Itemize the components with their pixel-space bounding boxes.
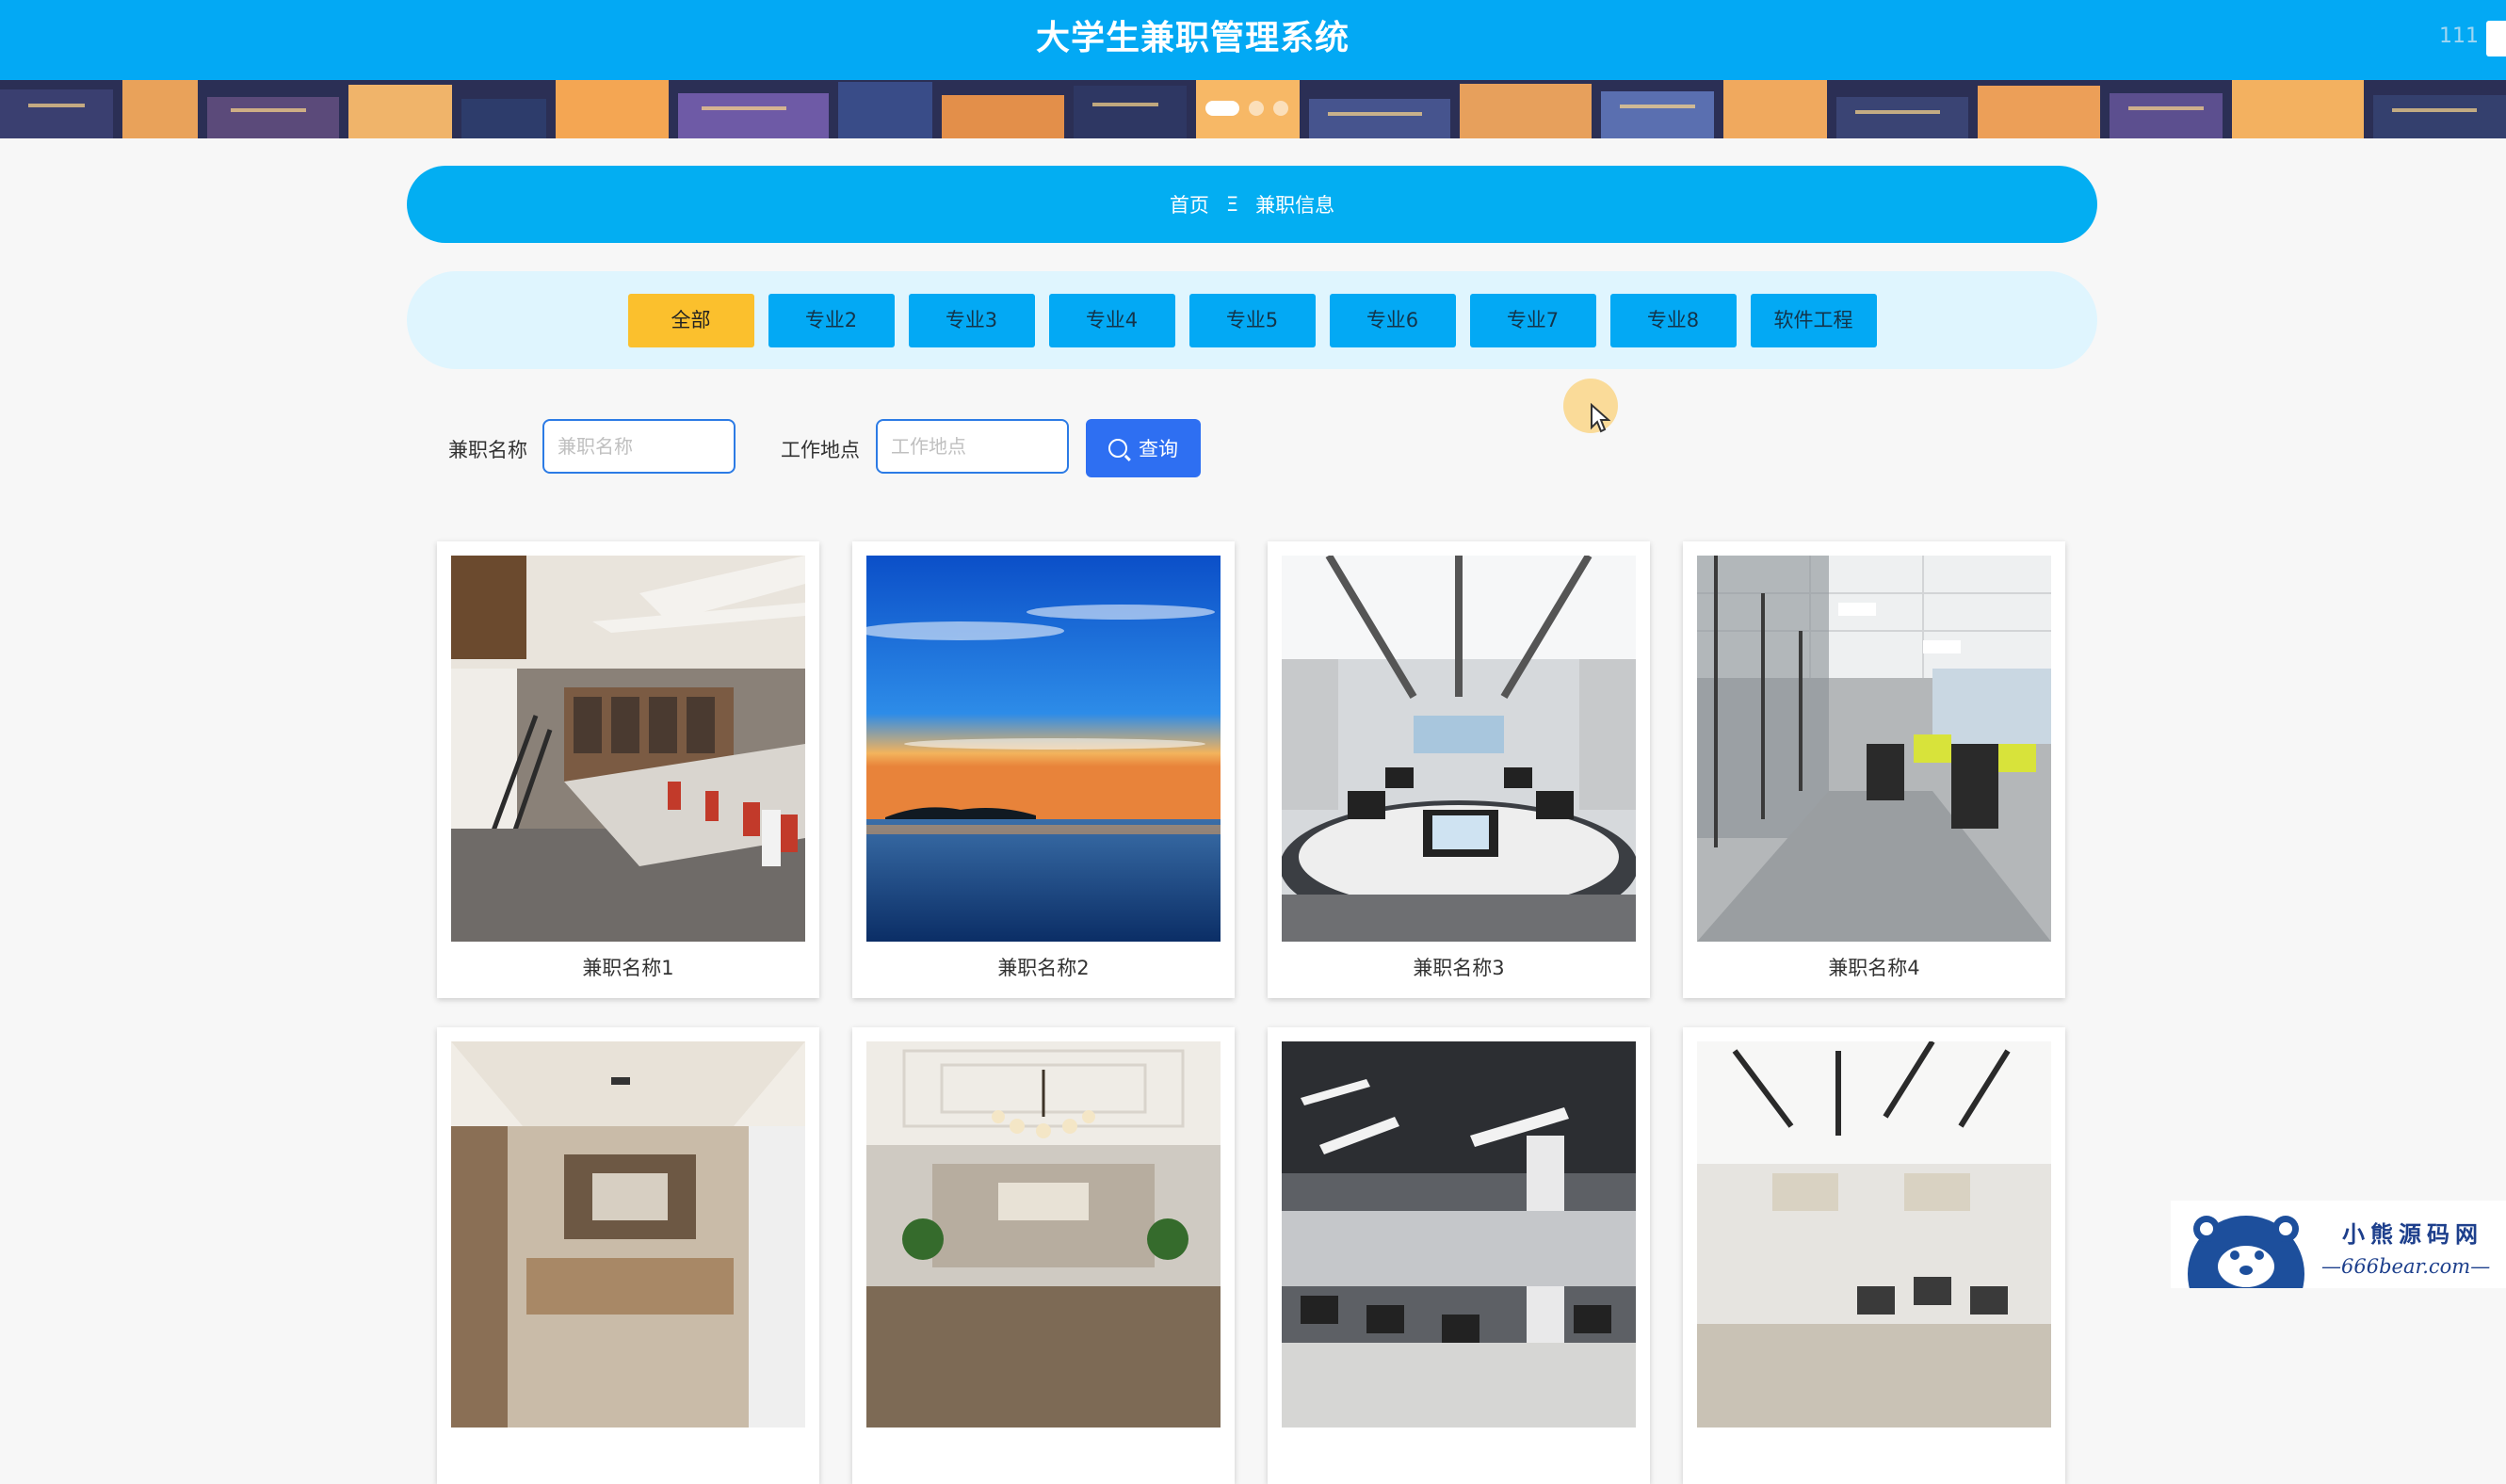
job-card-image[interactable] (1697, 1041, 2051, 1428)
breadcrumb-current: 兼职信息 (1255, 194, 1335, 217)
job-card-image[interactable] (866, 1041, 1221, 1428)
job-card-image[interactable] (451, 1041, 805, 1428)
filter-tab-major5[interactable]: 专业5 (1188, 293, 1316, 347)
job-card[interactable]: 兼职名称2 (852, 541, 1235, 998)
search-button-label: 查询 (1139, 438, 1178, 460)
job-card-title[interactable]: 兼职名称4 (1683, 953, 2065, 981)
site-watermark: 小熊源码网 —666bear.com— (2171, 1201, 2506, 1288)
filter-tab-major7[interactable]: 专业7 (1469, 293, 1596, 347)
job-card-title[interactable]: 兼职名称1 (437, 953, 819, 981)
search-button[interactable]: 查询 (1086, 419, 1201, 477)
job-card[interactable] (1683, 1027, 2065, 1484)
chandelier-meeting-room-photo (866, 1041, 1221, 1428)
carousel-indicators (1205, 101, 1288, 116)
computer-classroom-photo (1282, 556, 1636, 942)
job-card[interactable] (1268, 1027, 1650, 1484)
job-card-image[interactable] (1697, 556, 2051, 942)
search-icon (1108, 439, 1127, 458)
filter-tab-major2[interactable]: 专业2 (768, 293, 895, 347)
job-name-label: 兼职名称 (448, 439, 527, 461)
carousel-dot[interactable] (1205, 101, 1239, 116)
filter-tab-major6[interactable]: 专业6 (1329, 293, 1456, 347)
job-card[interactable] (852, 1027, 1235, 1484)
bear-logo-icon (2188, 1216, 2304, 1288)
lake-sunset-photo (866, 556, 1221, 942)
work-location-label: 工作地点 (781, 439, 860, 461)
carousel-dot[interactable] (1249, 101, 1264, 116)
executive-office-photo (451, 1041, 805, 1428)
job-card[interactable]: 兼职名称4 (1683, 541, 2065, 998)
work-location-input[interactable] (876, 419, 1069, 474)
user-menu-toggle[interactable] (2486, 21, 2506, 56)
office-corridor-photo (1697, 556, 2051, 942)
filter-tab-all[interactable]: 全部 (627, 293, 754, 347)
user-name[interactable]: 111 (2439, 0, 2479, 80)
job-card[interactable]: 兼职名称1 (437, 541, 819, 998)
dark-open-office-photo (1282, 1041, 1636, 1428)
job-card-image[interactable] (1282, 1041, 1636, 1428)
breadcrumb-separator: Ξ (1225, 193, 1239, 216)
category-filter-bar: 全部 专业2 专业3 专业4 专业5 专业6 专业7 专业8 软件工程 (407, 271, 2097, 369)
site-title: 大学生兼职管理系统 (1036, 19, 1350, 57)
top-navbar: 大学生兼职管理系统 111 (0, 0, 2506, 80)
bright-open-office-photo (1697, 1041, 2051, 1428)
breadcrumb-home[interactable]: 首页 (1170, 190, 1209, 218)
watermark-title: 小熊源码网 (2342, 1220, 2483, 1248)
job-card-image[interactable] (451, 556, 805, 942)
job-card-image[interactable] (1282, 556, 1636, 942)
office-loft-photo (451, 556, 805, 942)
job-card-image[interactable] (866, 556, 1221, 942)
job-card[interactable] (437, 1027, 819, 1484)
job-card-title[interactable]: 兼职名称2 (852, 953, 1235, 981)
filter-tab-major8[interactable]: 专业8 (1609, 293, 1737, 347)
job-card[interactable]: 兼职名称3 (1268, 541, 1650, 998)
watermark-url: —666bear.com— (2321, 1255, 2491, 1278)
breadcrumb: 首页 Ξ 兼职信息 (407, 166, 2097, 243)
mouse-pointer-icon (1591, 403, 1610, 433)
job-card-title[interactable]: 兼职名称3 (1268, 953, 1650, 981)
job-name-input[interactable] (542, 419, 736, 474)
filter-tab-major4[interactable]: 专业4 (1048, 293, 1175, 347)
carousel-dot[interactable] (1273, 101, 1288, 116)
filter-tab-major3[interactable]: 专业3 (908, 293, 1035, 347)
filter-tab-software-engineering[interactable]: 软件工程 (1750, 293, 1877, 347)
